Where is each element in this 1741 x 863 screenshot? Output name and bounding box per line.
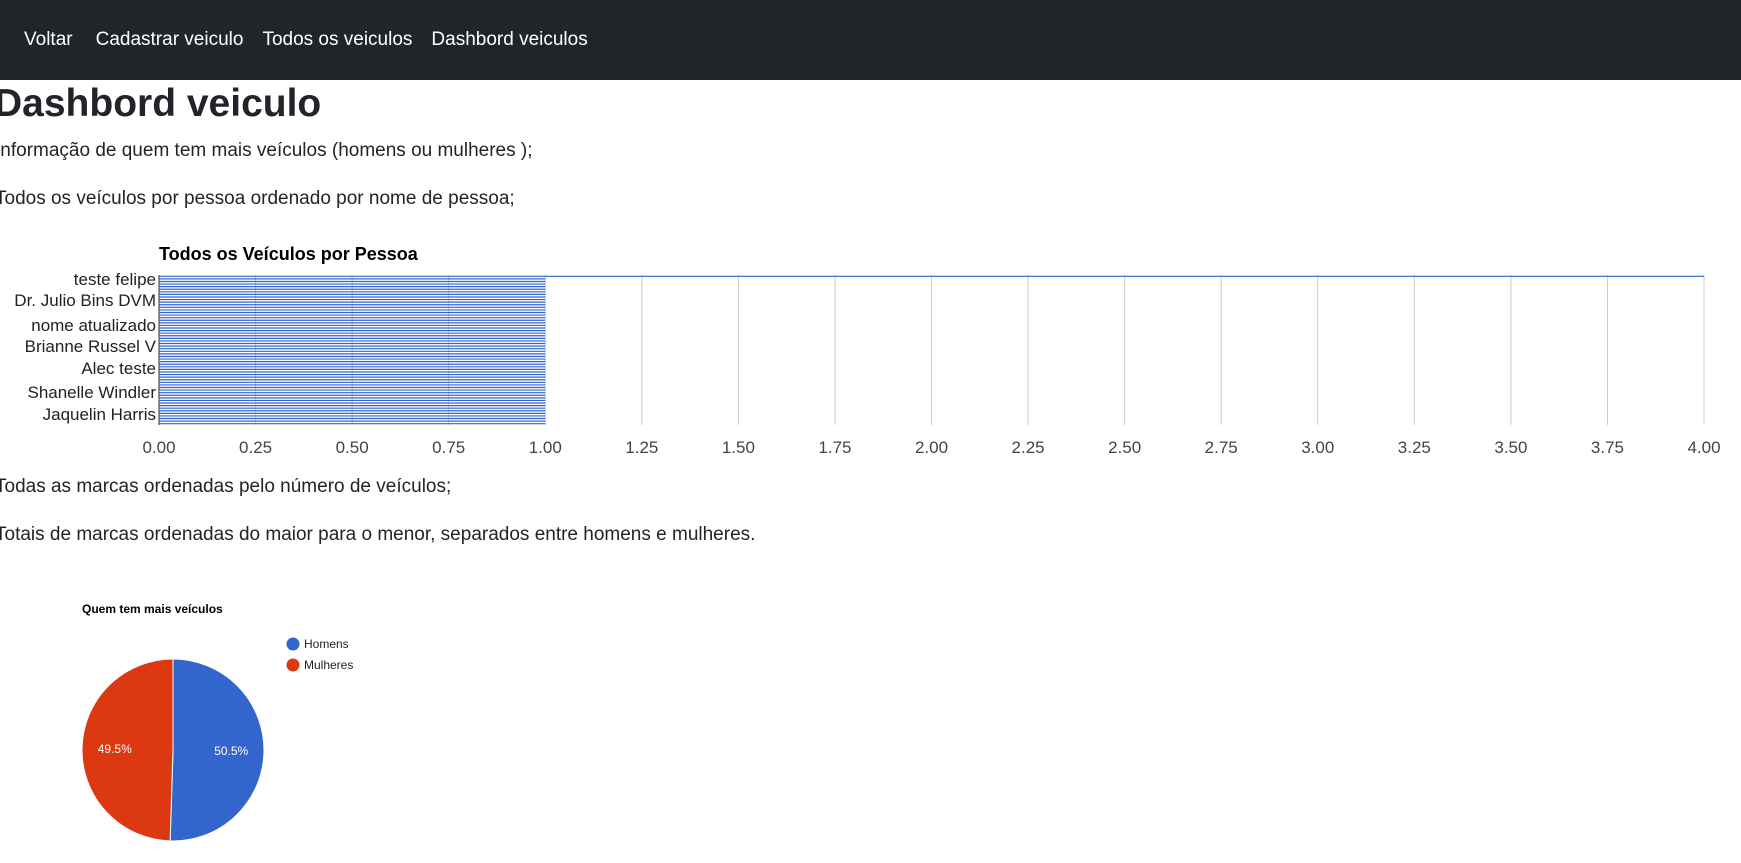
x-tick-label: 1.00 <box>529 438 562 457</box>
x-tick-label: 1.75 <box>818 438 851 457</box>
chart-title: Todos os Veículos por Pessoa <box>159 244 419 264</box>
x-tick-label: 0.75 <box>432 438 465 457</box>
y-category-label: Shanelle Windler <box>27 383 156 402</box>
pie-title: Quem tem mais veículos <box>82 602 223 616</box>
x-tick-label: 1.25 <box>625 438 658 457</box>
page-title: Dashbord veiculo <box>0 82 322 125</box>
x-tick-label: 3.00 <box>1301 438 1334 457</box>
x-tick-label: 2.75 <box>1205 438 1238 457</box>
vehicles-per-person-chart: Todos os Veículos por Pessoa 0.00 0.25 0.50… <box>14 244 1720 457</box>
pie-slice-label: 49.5% <box>98 742 132 756</box>
x-tick-label: 0.00 <box>142 438 175 457</box>
nav-link-todos-os-veiculos[interactable]: Todos os veiculos <box>262 29 412 51</box>
y-category-label: Dr. Julio Bins DVM <box>14 291 156 310</box>
x-tick-label: 3.50 <box>1494 438 1527 457</box>
y-category-label: teste felipe <box>74 270 156 289</box>
x-tick-label: 2.50 <box>1108 438 1141 457</box>
y-category-label: Brianne Russel V <box>25 337 157 356</box>
who-has-more-vehicles-chart: Quem tem mais veículos 50.5% 49.5% Homens Mu… <box>81 602 353 842</box>
x-tick-label: 1.50 <box>722 438 755 457</box>
legend-swatch-mulheres <box>286 658 300 672</box>
x-tick-label: 3.25 <box>1398 438 1431 457</box>
legend-swatch-homens <box>286 637 300 651</box>
brand-totals-paragraph: Totais de marcas ordenadas do maior para… <box>0 524 756 545</box>
x-tick-label: 0.50 <box>336 438 369 457</box>
legend-label: Homens <box>304 637 349 651</box>
vehicles-per-person-paragraph: Todos os veículos por pessoa ordenado po… <box>0 188 515 209</box>
nav-link-cadastrar-veiculo[interactable]: Cadastrar veiculo <box>96 29 244 51</box>
legend-label: Mulheres <box>304 658 353 672</box>
x-tick-label: 0.25 <box>239 438 272 457</box>
nav-link-voltar[interactable]: Voltar <box>24 29 73 51</box>
x-tick-label: 2.25 <box>1012 438 1045 457</box>
brands-paragraph: Todas as marcas ordenadas pelo número de… <box>0 476 452 497</box>
x-tick-label: 3.75 <box>1591 438 1624 457</box>
info-paragraph: Informação de quem tem mais veículos (ho… <box>0 140 533 161</box>
x-tick-label: 4.00 <box>1687 438 1720 457</box>
y-category-label: Alec teste <box>81 359 156 378</box>
navbar: Voltar Cadastrar veiculo Todos os veicul… <box>0 0 1741 80</box>
nav-link-dashbord-veiculos[interactable]: Dashbord veiculos <box>431 29 587 51</box>
y-category-label: Jaquelin Harris <box>43 405 156 424</box>
pie-slice-label: 50.5% <box>214 744 248 758</box>
x-tick-label: 2.00 <box>915 438 948 457</box>
y-category-label: nome atualizado <box>31 316 156 335</box>
